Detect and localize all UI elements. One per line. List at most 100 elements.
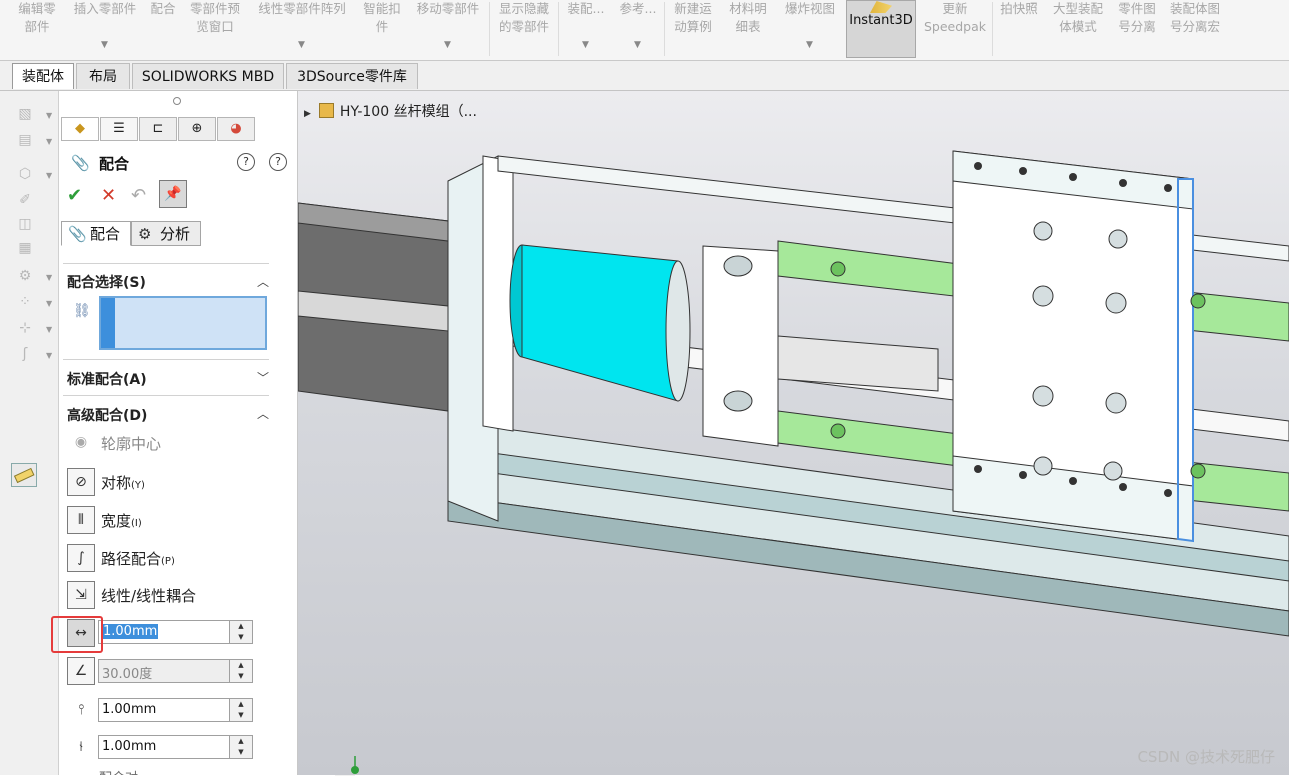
ribbon-divider (992, 2, 993, 56)
spin-up-icon[interactable]: ▲ (230, 699, 252, 710)
tab-3dsource-library[interactable]: 3DSource零件库 (286, 63, 418, 89)
fastener-icon[interactable]: ⚙ (16, 267, 34, 285)
tab-display-manager[interactable]: ◕ (217, 117, 255, 141)
ribbon-divider (489, 2, 490, 56)
chevron-down-icon[interactable]: ▼ (101, 36, 108, 54)
chevron-down-icon[interactable]: ▼ (46, 171, 52, 180)
pushpin-icon: 📌 (164, 186, 182, 202)
chevron-down-icon[interactable]: ▼ (298, 36, 305, 54)
linear-component-pattern-button[interactable]: 线性零部件阵列 ▼ (250, 0, 354, 58)
spin-arrows[interactable]: ▲ ▼ (229, 621, 252, 643)
spin-down-icon[interactable]: ▼ (230, 747, 252, 758)
assembly-icon[interactable]: ▤ (16, 131, 34, 149)
tab-assembly[interactable]: 装配体 (12, 63, 74, 89)
bill-of-materials-button[interactable]: 材料明 细表 (722, 0, 774, 58)
mate-selections-listbox[interactable] (99, 296, 267, 350)
assembly-drawing-number-split-macro-button[interactable]: 装配体图 号分离宏 (1164, 0, 1226, 58)
width-icon: ⫴ (67, 506, 95, 534)
part-drawing-number-split-button[interactable]: 零件图 号分离 (1112, 0, 1162, 58)
chevron-up-icon[interactable]: ︿ (257, 405, 269, 422)
tab-dimxpert[interactable]: ⊕ (178, 117, 216, 141)
chevron-down-icon[interactable]: ﹀ (257, 369, 269, 386)
spin-up-icon[interactable]: ▲ (230, 660, 252, 671)
collapse-handle[interactable] (173, 97, 181, 105)
spin-down-icon[interactable]: ▼ (230, 710, 252, 721)
subtab-analysis[interactable]: ⚙ 分析 (131, 221, 201, 246)
tab-propertymanager[interactable]: ☰ (100, 117, 138, 141)
component-icon[interactable]: ▧ (16, 105, 34, 123)
standard-mates-header[interactable]: 标准配合(A) (67, 369, 147, 389)
move-component-button[interactable]: 移动零部件 ▼ (410, 0, 486, 58)
exploded-view-button[interactable]: 爆炸视图 ▼ (778, 0, 842, 58)
subtab-mates[interactable]: 📎 配合 (61, 221, 131, 246)
left-tool-strip: ▧ ▼ ▤ ▼ ⬡ ▼ ✐ ◫ ▦ ⚙ ▼ ⁘ ▼ ⊹ ▼ ʃ ▼ (0, 91, 59, 775)
assembly-model-view[interactable] (298, 91, 1289, 775)
assembly-features-button[interactable]: 装配... ▼ (562, 0, 610, 58)
property-list-icon: ☰ (113, 121, 125, 136)
spin-down-icon[interactable]: ▼ (230, 632, 252, 643)
ribbon-divider (664, 2, 665, 56)
feature-icon[interactable]: ◫ (16, 215, 34, 233)
pm-title: 配合 (99, 155, 130, 173)
spin-arrows[interactable]: ▲ ▼ (229, 736, 252, 758)
angle-icon: ∠ (67, 657, 95, 685)
chevron-down-icon[interactable]: ▼ (46, 111, 52, 120)
advanced-mates-header[interactable]: 高级配合(D) (67, 405, 147, 425)
tab-featuremanager[interactable]: ◆ (61, 117, 99, 141)
tab-configurationmanager[interactable]: ⊏ (139, 117, 177, 141)
distance-input[interactable]: 1.00mm ▲ ▼ (98, 620, 253, 644)
reference-icon[interactable]: ⊹ (16, 319, 34, 337)
ok-checkmark-icon[interactable]: ✔ (67, 185, 82, 206)
help-icon[interactable]: ? (269, 153, 287, 171)
spin-up-icon[interactable]: ▲ (230, 736, 252, 747)
max-limit-input[interactable]: 1.00mm ▲ ▼ (98, 698, 253, 722)
mate-selections-header[interactable]: 配合选择(S) (67, 272, 146, 292)
spin-up-icon[interactable]: ▲ (230, 621, 252, 632)
chevron-up-icon[interactable]: ︿ (257, 273, 269, 290)
mate-button[interactable]: 配合 (144, 0, 182, 58)
divider (63, 395, 269, 396)
pin-button[interactable]: 📌 (159, 180, 187, 208)
graphics-area[interactable]: ▶ HY-100 丝杆模组（... CSDN @技术死肥仔 (298, 91, 1289, 775)
detailed-help-icon[interactable]: ? (237, 153, 255, 171)
pattern-icon[interactable]: ⁘ (16, 293, 34, 311)
part-icon[interactable]: ⬡ (16, 165, 34, 183)
spin-arrows[interactable]: ▲ ▼ (229, 660, 252, 682)
tab-solidworks-mbd[interactable]: SOLIDWORKS MBD (132, 63, 284, 89)
chevron-down-icon[interactable]: ▼ (806, 36, 813, 54)
undo-icon[interactable]: ↶ (131, 185, 146, 206)
path-icon: ∫ (67, 544, 95, 572)
sketch-icon[interactable]: ✐ (16, 191, 34, 209)
chevron-down-icon[interactable]: ▼ (444, 36, 451, 54)
spin-arrows[interactable]: ▲ ▼ (229, 699, 252, 721)
chevron-down-icon[interactable]: ▼ (46, 137, 52, 146)
component-preview-window-button[interactable]: 零部件预 览窗口 (184, 0, 246, 58)
chevron-down-icon[interactable]: ▼ (46, 299, 52, 308)
curve-icon[interactable]: ʃ (16, 345, 34, 363)
update-speedpak-button[interactable]: 更新 Speedpak (920, 0, 990, 58)
chevron-down-icon[interactable]: ▼ (634, 36, 641, 54)
min-limit-input[interactable]: 1.00mm ▲ ▼ (98, 735, 253, 759)
chevron-down-icon[interactable]: ▼ (46, 273, 52, 282)
instant3d-button[interactable]: Instant3D (846, 0, 916, 58)
body-icon[interactable]: ▦ (16, 239, 34, 257)
large-assembly-mode-button[interactable]: 大型装配 体模式 (1046, 0, 1110, 58)
chevron-down-icon[interactable]: ▼ (46, 325, 52, 334)
annotation-highlight (51, 616, 103, 653)
insert-components-button[interactable]: 插入零部件 ▼ (68, 0, 142, 58)
spin-down-icon[interactable]: ▼ (230, 671, 252, 682)
chevron-down-icon[interactable]: ▼ (46, 351, 52, 360)
new-motion-study-button[interactable]: 新建运 动算例 (667, 0, 719, 58)
tab-layout[interactable]: 布局 (76, 63, 130, 89)
smart-fasteners-button[interactable]: 智能扣 件 (358, 0, 406, 58)
divider (63, 359, 269, 360)
chevron-down-icon[interactable]: ▼ (582, 36, 589, 54)
reference-geometry-button[interactable]: 参考... ▼ (614, 0, 662, 58)
take-snapshot-button[interactable]: 拍快照 (995, 0, 1043, 58)
angle-input[interactable]: 30.00度 ▲ ▼ (98, 659, 253, 683)
edit-component-button[interactable]: 编辑零 部件 (8, 0, 66, 58)
symmetric-icon: ⊘ (67, 468, 95, 496)
cancel-x-icon[interactable]: ✕ (101, 185, 116, 206)
show-hidden-components-button[interactable]: 显示隐藏 的零部件 (492, 0, 556, 58)
measure-ruler-icon[interactable] (11, 463, 37, 487)
